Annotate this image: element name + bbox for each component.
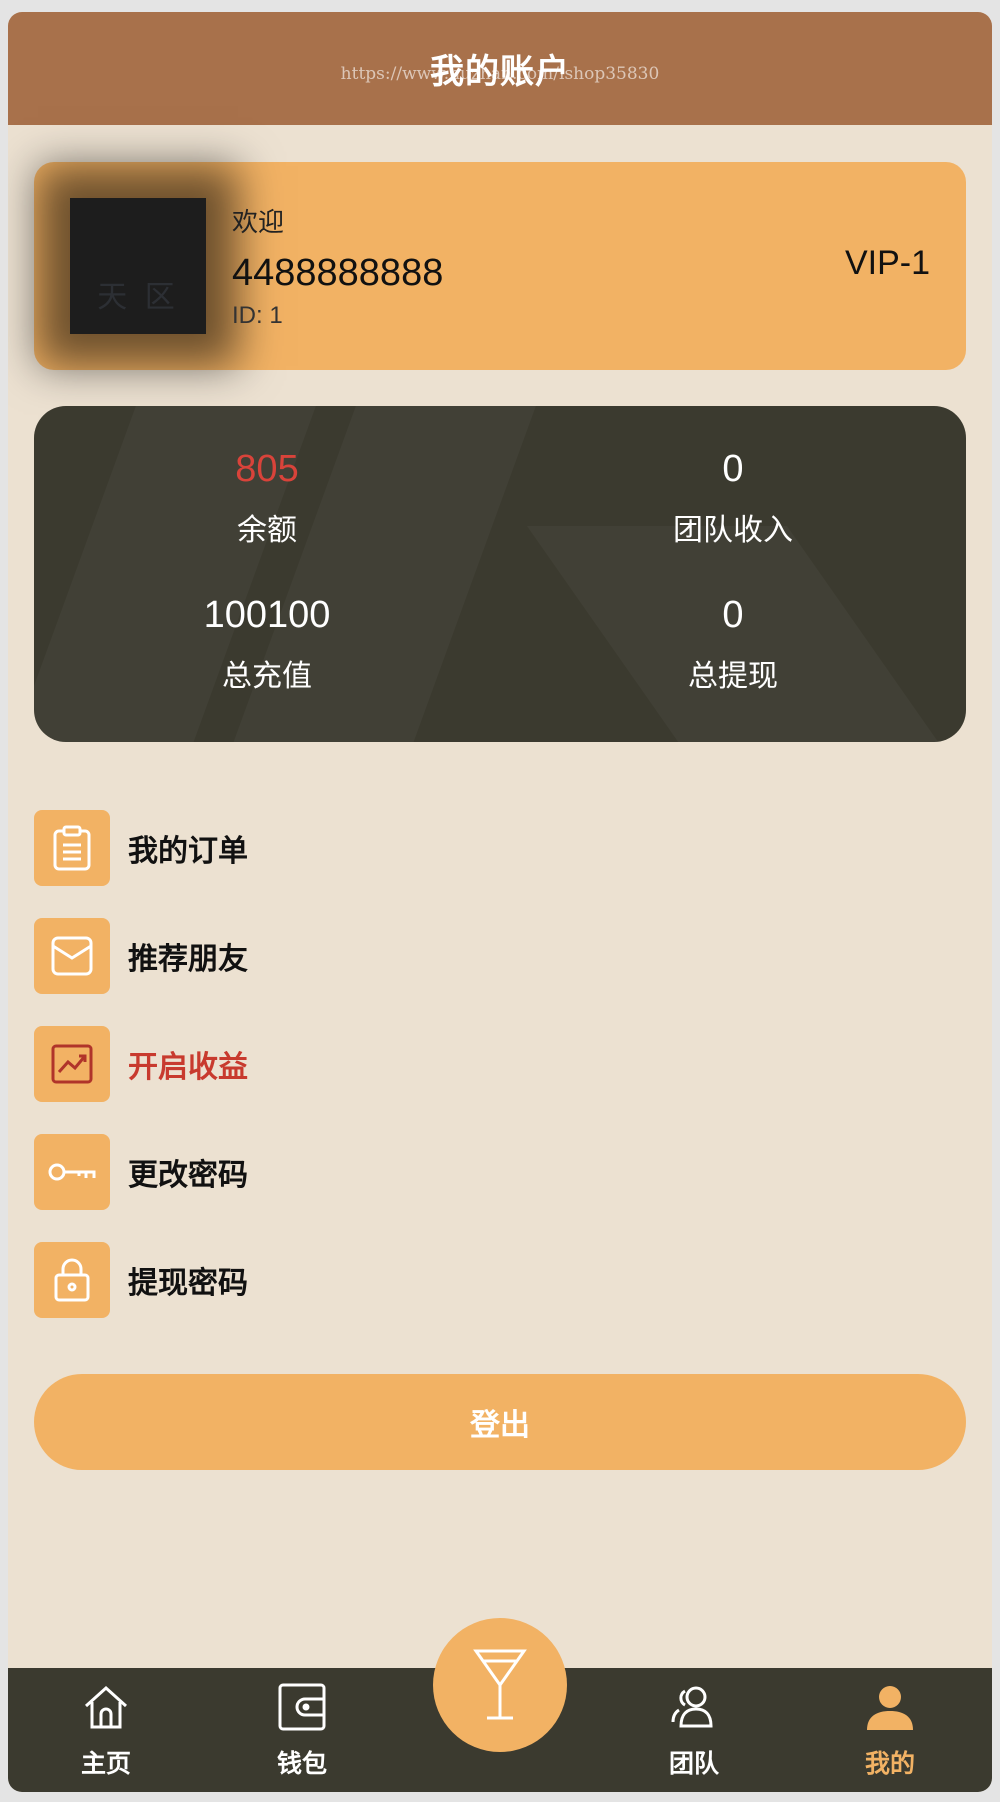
stat-team-income-label: 团队收入: [673, 513, 793, 548]
stat-total-withdraw-value: 0: [722, 594, 744, 636]
avatar-text: 天 区: [97, 280, 179, 315]
chart-trend-icon: [34, 1026, 110, 1102]
tab-mine[interactable]: 我的: [792, 1668, 988, 1792]
welcome-label: 欢迎: [232, 208, 285, 238]
stats-panel: 805 余额 0 团队收入 100100 总充值 0 总提现: [34, 406, 966, 742]
stat-team-income-value: 0: [722, 448, 744, 490]
tab-center-cocktail[interactable]: [433, 1618, 567, 1752]
stat-balance-label: 余额: [237, 513, 297, 548]
user-phone: 4488888888: [232, 252, 444, 294]
tab-home[interactable]: 主页: [8, 1668, 204, 1792]
stat-total-recharge-value: 100100: [203, 594, 331, 636]
avatar[interactable]: 天 区: [70, 198, 206, 334]
clipboard-icon: [34, 810, 110, 886]
home-icon: [84, 1685, 128, 1729]
menu-label: 开启收益: [128, 1050, 248, 1085]
user-id: ID: 1: [232, 302, 283, 329]
menu-item-change-password[interactable]: 更改密码: [34, 1134, 734, 1210]
menu-label: 提现密码: [128, 1266, 248, 1301]
tab-label: 钱包: [276, 1749, 327, 1778]
menu-label: 更改密码: [128, 1158, 248, 1193]
tab-label: 我的: [864, 1749, 915, 1778]
logout-button[interactable]: 登出: [34, 1374, 966, 1470]
user-icon: [867, 1686, 913, 1730]
stat-team-income: 0 团队收入: [500, 448, 966, 549]
profile-card: 天 区 欢迎 4488888888 ID: 1 VIP-1: [34, 162, 966, 370]
app-frame: 我的账户 https://www.huzhan.com/ishop35830 天…: [8, 12, 992, 1792]
tab-team[interactable]: 团队: [596, 1668, 792, 1792]
wallet-icon: [278, 1683, 326, 1731]
watermark-text: https://www.huzhan.com/ishop35830: [340, 64, 660, 84]
stat-balance-value: 805: [235, 448, 299, 490]
menu-item-withdraw-password[interactable]: 提现密码: [34, 1242, 734, 1318]
menu-item-my-orders[interactable]: 我的订单: [34, 810, 734, 886]
key-icon: [34, 1134, 110, 1210]
stat-total-withdraw-label: 总提现: [688, 659, 778, 694]
tab-label: 团队: [668, 1749, 719, 1778]
stat-total-withdraw: 0 总提现: [500, 594, 966, 695]
page-header: 我的账户 https://www.huzhan.com/ishop35830: [8, 12, 992, 125]
vip-level-badge: VIP-1: [844, 244, 930, 282]
stat-total-recharge-label: 总充值: [222, 659, 312, 694]
menu-item-refer-friends[interactable]: 推荐朋友: [34, 918, 734, 994]
stat-total-recharge: 100100 总充值: [34, 594, 500, 695]
stat-balance: 805 余额: [34, 448, 500, 549]
tab-wallet[interactable]: 钱包: [204, 1668, 400, 1792]
menu-item-enable-earnings[interactable]: 开启收益: [34, 1026, 734, 1102]
envelope-box-icon: [34, 918, 110, 994]
cocktail-icon: [473, 1649, 527, 1720]
tab-label: 主页: [80, 1749, 131, 1778]
menu-label: 推荐朋友: [128, 942, 248, 977]
team-icon: [671, 1686, 713, 1728]
menu-label: 我的订单: [128, 834, 248, 869]
lock-icon: [34, 1242, 110, 1318]
